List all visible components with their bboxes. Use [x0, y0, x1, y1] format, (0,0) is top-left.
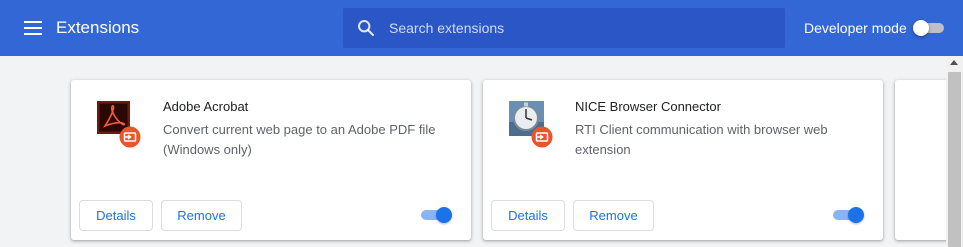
scroll-up-arrow-icon[interactable] [950, 60, 958, 65]
extension-card-nice-browser-connector: NICE Browser Connector RTI Client commun… [483, 80, 883, 240]
search-icon [358, 20, 374, 36]
scrollbar-thumb[interactable] [948, 72, 961, 247]
search-box[interactable] [343, 8, 785, 48]
extension-description: Convert current web page to an Adobe PDF… [163, 122, 436, 157]
remove-button[interactable]: Remove [573, 200, 654, 231]
details-button[interactable]: Details [491, 200, 565, 231]
remove-button[interactable]: Remove [161, 200, 242, 231]
page-title: Extensions [56, 18, 140, 37]
extension-enable-toggle[interactable] [420, 207, 452, 223]
extension-enable-toggle[interactable] [832, 207, 864, 223]
developer-mode-toggle[interactable] [913, 20, 945, 36]
extensions-toolbar: Extensions Developer mode [0, 0, 963, 56]
extension-name: NICE Browser Connector [575, 99, 721, 114]
vertical-scrollbar[interactable] [946, 56, 963, 247]
extension-name: Adobe Acrobat [163, 99, 249, 114]
search-input[interactable] [389, 8, 769, 48]
extension-card-adobe-acrobat: Adobe Acrobat Convert current web page t… [71, 80, 471, 240]
stopwatch-icon [509, 101, 553, 148]
menu-icon[interactable] [24, 19, 42, 37]
adobe-acrobat-icon [97, 101, 141, 148]
developer-mode-label: Developer mode [804, 20, 907, 36]
extension-description: RTI Client communication with browser we… [575, 122, 828, 157]
details-button[interactable]: Details [79, 200, 153, 231]
